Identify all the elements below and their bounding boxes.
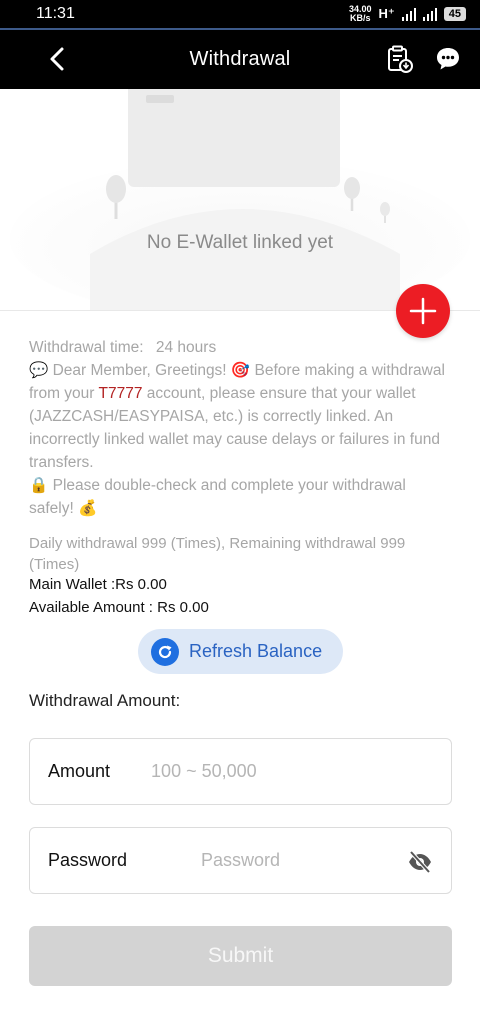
withdrawal-amount-title: Withdrawal Amount: [29, 691, 181, 710]
chat-support-icon [437, 48, 459, 70]
amount-field: Amount [29, 738, 452, 805]
empty-wallet-graphic [10, 89, 470, 311]
chevron-left-icon [50, 47, 64, 71]
status-time: 11:31 [36, 5, 75, 22]
network-speed: 34.00 KB/s [348, 4, 372, 23]
withdrawal-info: Withdrawal time: 24 hours 💬 Dear Member,… [29, 336, 449, 520]
greeting-message: 💬 Dear Member, Greetings! 🎯 Before makin… [29, 362, 445, 471]
available-amount: Available Amount : Rs 0.00 [29, 599, 209, 616]
password-label: Password [48, 850, 128, 870]
password-field: Password [29, 827, 452, 894]
battery-indicator: 45 [443, 7, 466, 21]
network-type: H⁺ [378, 6, 395, 21]
daily-limit-text: Daily withdrawal 999 (Times), Remaining … [29, 535, 406, 573]
app-header: Withdrawal [0, 30, 480, 89]
clipboard-download-icon [388, 45, 413, 73]
eye-off-icon [409, 850, 431, 874]
amount-label: Amount [48, 761, 111, 781]
back-button[interactable] [42, 42, 72, 76]
refresh-balance-button[interactable]: Refresh Balance [138, 629, 343, 674]
empty-wallet-text: No E-Wallet linked yet [146, 232, 334, 253]
records-button[interactable] [384, 43, 416, 75]
safety-message: 🔒 Please double-check and complete your … [29, 477, 406, 517]
withdrawal-time-value: 24 hours [155, 339, 217, 356]
plus-icon [409, 297, 437, 325]
add-wallet-button[interactable] [396, 284, 450, 338]
signal-icon [422, 7, 437, 21]
status-bar: 11:31 34.00 KB/s H⁺ 45 [0, 0, 480, 28]
submit-button[interactable]: Submit [29, 926, 452, 986]
brand-name: T7777 [98, 385, 143, 402]
withdrawal-time-label: Withdrawal time: [29, 339, 144, 356]
support-button[interactable] [432, 43, 464, 75]
page-title: Withdrawal [189, 48, 291, 70]
status-indicators: 34.00 KB/s H⁺ 45 [349, 5, 466, 23]
empty-wallet-illustration [0, 89, 480, 311]
password-input[interactable] [201, 850, 392, 871]
refresh-balance-label: Refresh Balance [189, 641, 323, 661]
refresh-icon [151, 637, 179, 666]
toggle-password-visibility[interactable] [407, 849, 433, 875]
withdrawal-time-row: Withdrawal time: 24 hours [29, 336, 449, 359]
main-wallet-balance: Main Wallet :Rs 0.00 [29, 576, 167, 593]
amount-input[interactable] [151, 761, 412, 782]
signal-icon [401, 7, 416, 21]
